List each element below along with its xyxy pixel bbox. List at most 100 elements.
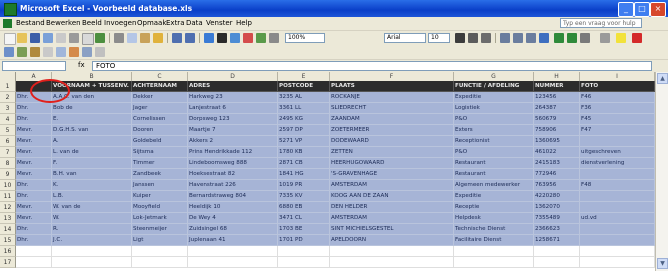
table-cell[interactable]: SLIEDRECHT (330, 103, 454, 114)
column-header-f[interactable]: F (330, 72, 454, 81)
row-header[interactable]: 11 (0, 191, 16, 202)
table-cell[interactable]: Restaurant (454, 158, 534, 169)
menu-tools[interactable]: Extra (166, 19, 184, 27)
table-cell[interactable] (330, 246, 454, 257)
sort-descending-icon[interactable] (243, 33, 253, 43)
table-cell[interactable]: ROCKANJE (330, 92, 454, 103)
column-header-i[interactable]: I (580, 72, 655, 81)
open-icon[interactable] (17, 33, 27, 43)
table-cell[interactable]: Zuidsingel 68 (188, 224, 278, 235)
table-cell[interactable]: Algemeen medewerker (454, 180, 534, 191)
cut-icon[interactable] (114, 33, 124, 43)
review-next-icon[interactable] (43, 47, 53, 57)
table-cell[interactable] (580, 246, 655, 257)
drawing-icon[interactable] (269, 33, 279, 43)
menu-format[interactable]: Opmaak (137, 19, 166, 27)
table-cell[interactable]: 1360695 (534, 136, 580, 147)
review-show-icon[interactable] (56, 47, 66, 57)
row-header[interactable]: 17 (0, 257, 16, 268)
table-cell[interactable]: Dhr. (16, 235, 52, 246)
table-cell[interactable]: ZAANDAM (330, 114, 454, 125)
table-cell[interactable]: 4220280 (534, 191, 580, 202)
table-cell[interactable]: W. (52, 213, 132, 224)
formula-input[interactable]: FOTO (92, 61, 652, 71)
merge-center-icon[interactable] (539, 33, 549, 43)
row-header[interactable]: 9 (0, 169, 16, 180)
table-cell[interactable] (534, 246, 580, 257)
review-previous-icon[interactable] (30, 47, 40, 57)
table-cell[interactable]: De Wey 4 (188, 213, 278, 224)
table-cell[interactable] (580, 235, 655, 246)
table-cell[interactable]: 5271 VP (278, 136, 330, 147)
table-cell[interactable]: Cornelissen (132, 114, 188, 125)
table-cell[interactable] (454, 257, 534, 268)
table-cell[interactable]: Prins Hendrikkade 112 (188, 147, 278, 158)
autosum-icon[interactable] (217, 33, 227, 43)
table-cell[interactable]: Restaurant (454, 169, 534, 180)
table-cell[interactable]: 2597 DP (278, 125, 330, 136)
column-header-b[interactable]: B (52, 72, 132, 81)
table-cell[interactable]: AMSTERDAM (330, 213, 454, 224)
worksheet-grid[interactable]: A B C D E F G H I 1 VOORNAAM + TUSSENV. … (0, 72, 655, 271)
row-header[interactable]: 7 (0, 147, 16, 158)
table-cell[interactable]: L. van de (52, 147, 132, 158)
table-cell[interactable] (580, 191, 655, 202)
row-header[interactable]: 6 (0, 136, 16, 147)
table-cell[interactable] (278, 257, 330, 268)
table-cell[interactable]: F46 (580, 92, 655, 103)
scroll-down-icon[interactable]: ▼ (657, 258, 668, 269)
row-header[interactable]: 10 (0, 180, 16, 191)
align-center-icon[interactable] (513, 33, 523, 43)
align-right-icon[interactable] (526, 33, 536, 43)
table-cell[interactable]: uitgeschreven (580, 147, 655, 158)
menu-view[interactable]: Beeld (82, 19, 102, 27)
menu-insert[interactable]: Invoegen (104, 19, 136, 27)
table-cell[interactable] (580, 257, 655, 268)
table-cell[interactable]: Timmer (132, 158, 188, 169)
column-header-d[interactable]: D (188, 72, 278, 81)
header-cell[interactable]: ADRES (188, 81, 278, 92)
table-cell[interactable]: F48 (580, 180, 655, 191)
print-icon[interactable] (69, 33, 79, 43)
column-header-e[interactable]: E (278, 72, 330, 81)
table-cell[interactable]: 758906 (534, 125, 580, 136)
table-cell[interactable] (580, 202, 655, 213)
table-cell[interactable] (580, 224, 655, 235)
table-cell[interactable]: Harkweg 23 (188, 92, 278, 103)
minimize-button[interactable]: _ (618, 2, 634, 17)
table-cell[interactable]: K. (52, 180, 132, 191)
table-cell[interactable]: Dhr. (16, 180, 52, 191)
font-color-icon[interactable] (632, 33, 642, 43)
menu-data[interactable]: Data (186, 19, 203, 27)
table-cell[interactable]: Mevr. (16, 158, 52, 169)
menu-help[interactable]: Help (236, 19, 252, 27)
row-header[interactable]: 3 (0, 103, 16, 114)
table-cell[interactable]: Bernardstraweg 804 (188, 191, 278, 202)
align-left-icon[interactable] (500, 33, 510, 43)
row-header[interactable]: 13 (0, 213, 16, 224)
table-cell[interactable]: Receptionist (454, 136, 534, 147)
redo-icon[interactable] (185, 33, 195, 43)
copy-icon[interactable] (127, 33, 137, 43)
review-end-icon[interactable] (95, 47, 105, 57)
table-cell[interactable]: ZOETERMEER (330, 125, 454, 136)
table-cell[interactable] (330, 257, 454, 268)
header-cell[interactable]: ACHTERNAAM (132, 81, 188, 92)
table-cell[interactable]: Mevr. (16, 169, 52, 180)
document-icon[interactable] (3, 19, 12, 28)
table-cell[interactable]: Ligt (132, 235, 188, 246)
undo-icon[interactable] (172, 33, 182, 43)
table-cell[interactable]: J.C. (52, 235, 132, 246)
format-painter-icon[interactable] (153, 33, 163, 43)
table-cell[interactable]: KOOG AAN DE ZAAN (330, 191, 454, 202)
table-cell[interactable]: 2366623 (534, 224, 580, 235)
table-cell[interactable]: F45 (580, 114, 655, 125)
menu-edit[interactable]: Bewerken (46, 19, 81, 27)
table-cell[interactable] (580, 169, 655, 180)
spelling-icon[interactable] (95, 33, 105, 43)
table-cell[interactable]: 3361 LL (278, 103, 330, 114)
table-cell[interactable]: Mevr. (16, 147, 52, 158)
column-header-g[interactable]: G (454, 72, 534, 81)
print-preview-icon[interactable] (82, 33, 94, 45)
table-cell[interactable] (16, 246, 52, 257)
